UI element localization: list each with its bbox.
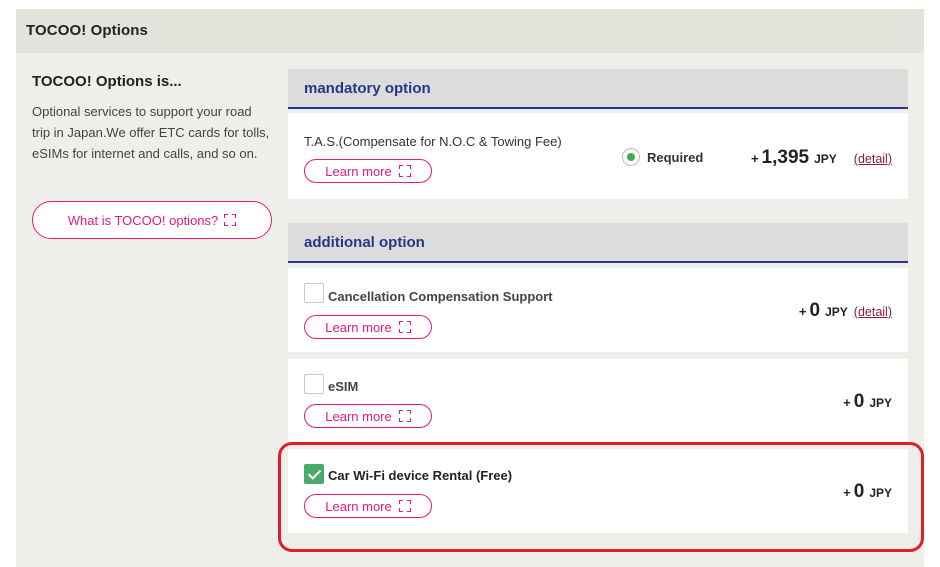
panel-header: TOCOO! Options xyxy=(16,9,924,53)
tocoo-options-panel: TOCOO! Options TOCOO! Options is... Opti… xyxy=(16,9,924,567)
intro-title: TOCOO! Options is... xyxy=(32,73,182,90)
price-amount: 0 xyxy=(809,300,821,321)
option-price: + 0 JPY xyxy=(843,481,892,503)
learn-more-button[interactable]: Learn more xyxy=(304,404,432,428)
price-prefix: + xyxy=(750,151,759,166)
required-label: Required xyxy=(647,150,704,165)
option-price: + 1,395 JPY (detail) xyxy=(751,147,892,169)
option-price: + 0 JPY (detail) xyxy=(799,300,892,322)
price-prefix: + xyxy=(843,395,851,410)
additional-option-heading: additional option xyxy=(288,223,908,263)
option-card-esim: eSIM Learn more + 0 JPY xyxy=(288,359,908,443)
option-name: Cancellation Compensation Support xyxy=(328,289,553,304)
mandatory-option-heading-label: mandatory option xyxy=(304,80,431,97)
option-name: eSIM xyxy=(328,379,359,394)
learn-more-label: Learn more xyxy=(325,498,392,514)
intro-text: Optional services to support your road t… xyxy=(32,104,270,161)
option-price: + 0 JPY xyxy=(843,391,892,413)
price-amount: 1,395 xyxy=(761,147,810,168)
additional-option-heading-label: additional option xyxy=(304,234,425,251)
price-prefix: + xyxy=(798,304,807,319)
price-currency: JPY xyxy=(814,152,837,166)
learn-more-label: Learn more xyxy=(325,163,392,179)
option-name: Car Wi-Fi device Rental (Free) xyxy=(328,468,513,483)
price-currency: JPY xyxy=(869,486,892,500)
option-checkbox[interactable] xyxy=(304,283,324,303)
price-amount: 0 xyxy=(853,481,865,502)
option-card-tas: T.A.S.(Compensate for N.O.C & Towing Fee… xyxy=(288,113,908,199)
learn-more-button[interactable]: Learn more xyxy=(304,159,432,183)
expand-icon xyxy=(398,165,411,177)
price-currency: JPY xyxy=(869,396,892,410)
option-name: T.A.S.(Compensate for N.O.C & Towing Fee… xyxy=(304,134,562,149)
what-button-label: What is TOCOO! options? xyxy=(67,212,219,228)
price-currency: JPY xyxy=(825,305,848,319)
expand-icon xyxy=(398,410,411,422)
expand-icon xyxy=(224,214,237,226)
option-card-car-wifi: Car Wi-Fi device Rental (Free) Learn mor… xyxy=(288,449,908,533)
detail-link[interactable]: (detail) xyxy=(854,152,892,166)
mandatory-option-heading: mandatory option xyxy=(288,69,908,109)
detail-link[interactable]: (detail) xyxy=(854,305,892,319)
expand-icon xyxy=(398,321,411,333)
option-checkbox-checked[interactable] xyxy=(304,464,324,484)
price-amount: 0 xyxy=(853,391,865,412)
panel-title: TOCOO! Options xyxy=(26,22,148,39)
option-card-cancellation: Cancellation Compensation Support Learn … xyxy=(288,268,908,352)
what-is-tocoo-options-button[interactable]: What is TOCOO! options? xyxy=(32,201,272,239)
learn-more-label: Learn more xyxy=(325,319,392,335)
required-radio-icon xyxy=(622,148,640,166)
learn-more-button[interactable]: Learn more xyxy=(304,494,432,518)
option-checkbox[interactable] xyxy=(304,374,324,394)
price-prefix: + xyxy=(843,485,851,500)
learn-more-button[interactable]: Learn more xyxy=(304,315,432,339)
learn-more-label: Learn more xyxy=(325,408,392,424)
expand-icon xyxy=(398,500,411,512)
